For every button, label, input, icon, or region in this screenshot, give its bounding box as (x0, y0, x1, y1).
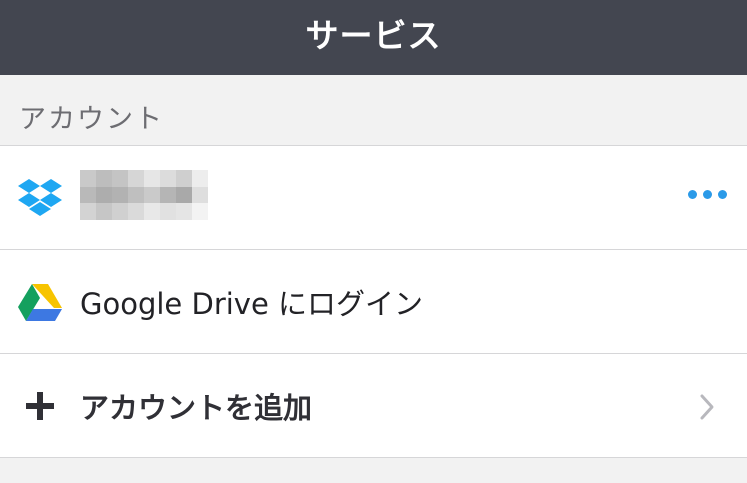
google-drive-login-label: Google Drive にログイン (80, 286, 424, 321)
plus-icon (17, 383, 63, 429)
chevron-right-icon (699, 393, 715, 425)
add-account-label: アカウントを追加 (80, 390, 313, 425)
google-drive-icon (17, 279, 63, 325)
google-drive-login-row[interactable]: Google Drive にログイン (0, 250, 747, 354)
navigation-bar: サービス (0, 0, 747, 75)
account-row-dropbox[interactable] (0, 146, 747, 250)
more-options-button[interactable] (688, 190, 727, 199)
section-header-accounts: アカウント (0, 75, 747, 146)
redacted-account-name (80, 170, 208, 220)
nav-title: サービス (305, 15, 442, 55)
section-title: アカウント (19, 104, 164, 135)
add-account-row[interactable]: アカウントを追加 (0, 354, 747, 458)
more-dots-icon (688, 190, 697, 199)
dropbox-icon (17, 175, 63, 221)
